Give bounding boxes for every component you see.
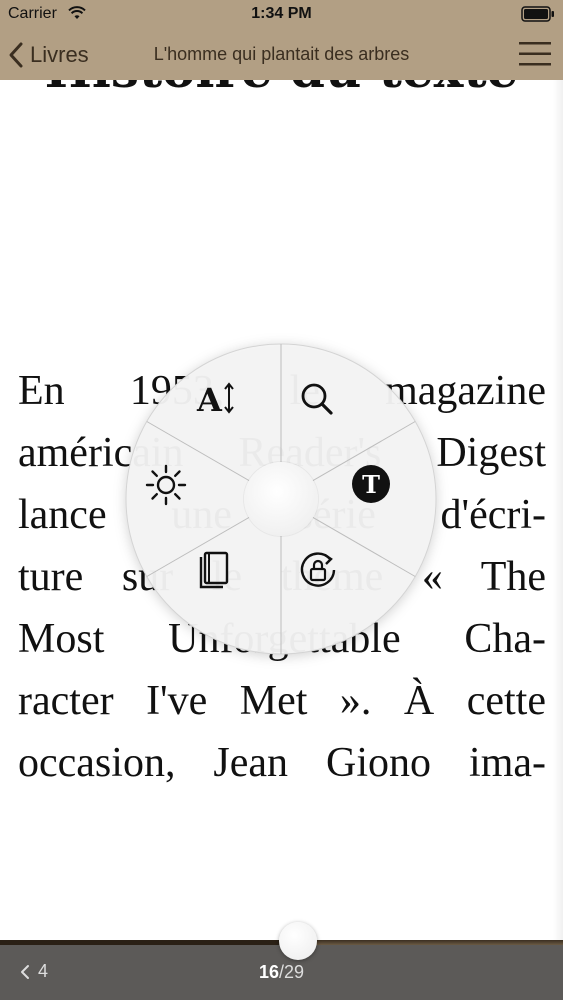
rotation-lock-icon — [300, 552, 336, 587]
page-edge-shadow — [553, 80, 563, 940]
brightness-icon — [145, 464, 187, 506]
radial-menu-center-button[interactable] — [244, 462, 318, 536]
back-label: Livres — [30, 42, 89, 67]
search-icon — [301, 383, 333, 415]
brightness-button[interactable] — [144, 463, 214, 533]
battery-icon — [521, 6, 554, 22]
page-indicator: 16/29 — [0, 962, 563, 983]
book-icon — [199, 551, 229, 589]
font-size-icon: A — [196, 381, 234, 419]
bottom-bar: 4 16/29 — [0, 945, 563, 1000]
current-page-number: 16 — [258, 962, 279, 982]
text-line: occasion, Jean Giono ima- — [18, 740, 546, 786]
svg-text:A: A — [196, 381, 223, 419]
text-line: racter I've Met ». À cette — [18, 678, 546, 724]
chapter-heading: Histoire du texte — [0, 80, 563, 99]
rotation-lock-button[interactable] — [297, 549, 367, 619]
status-bar: Carrier 1:34 PM — [0, 0, 563, 30]
chevron-left-icon — [9, 42, 23, 68]
clock: 1:34 PM — [251, 5, 312, 22]
menu-button[interactable] — [519, 40, 551, 68]
table-of-contents-button[interactable] — [195, 549, 265, 619]
font-size-button[interactable]: A — [195, 379, 265, 449]
radial-menu: A T — [125, 343, 437, 655]
total-pages: /29 — [279, 962, 305, 982]
hamburger-menu-icon — [519, 42, 551, 66]
search-button[interactable] — [297, 379, 367, 449]
text-style-button[interactable]: T — [350, 463, 420, 533]
nav-bar: Livres L'homme qui plantait des arbres — [0, 30, 563, 80]
svg-text:T: T — [362, 470, 380, 499]
back-button[interactable]: Livres — [8, 38, 89, 72]
header: Carrier 1:34 PM Livres L'homme qui plant… — [0, 0, 563, 80]
typeface-icon: T — [352, 465, 390, 503]
